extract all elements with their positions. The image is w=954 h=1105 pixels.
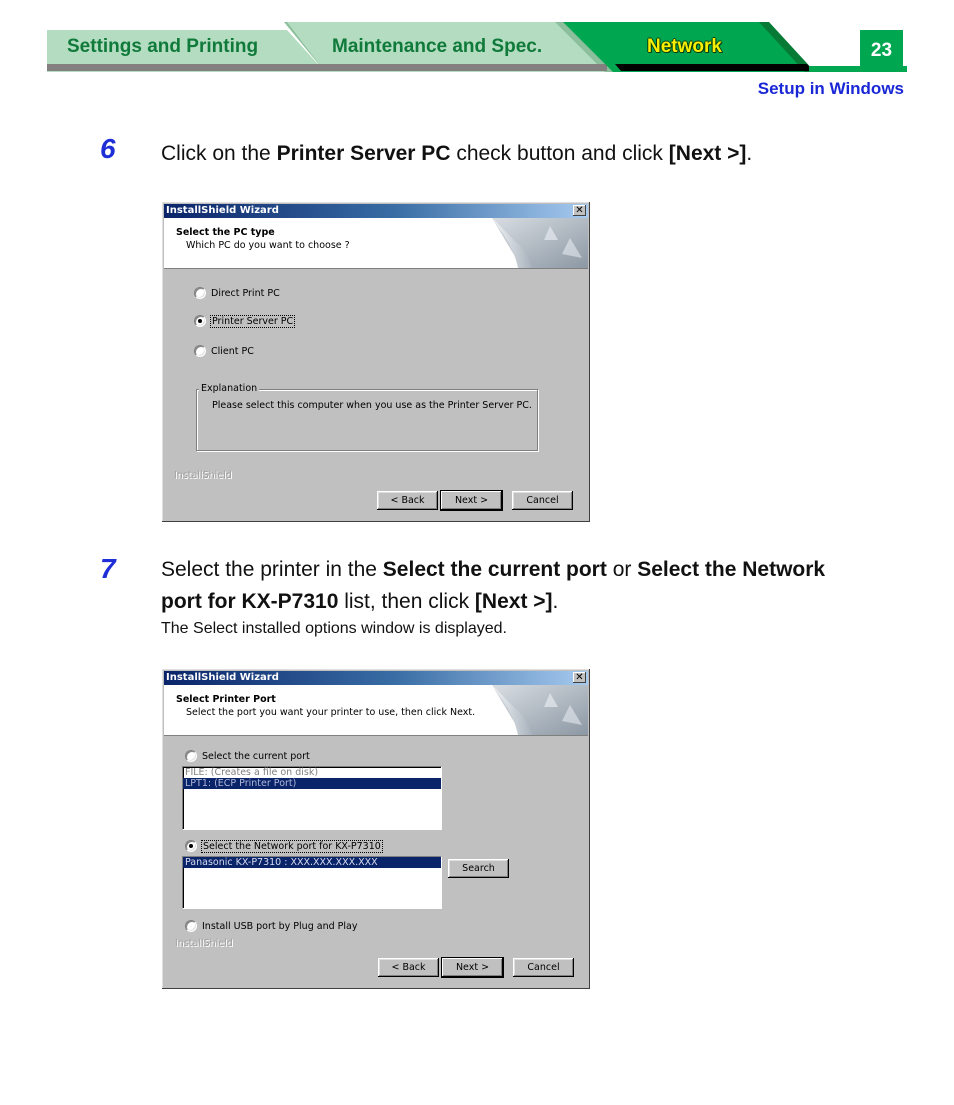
back-button[interactable]: < Back (378, 958, 439, 977)
explanation-groupbox: Explanation Please select this computer … (196, 383, 538, 451)
next-button-label: Next > (455, 962, 490, 973)
banner-title: Select the PC type (176, 227, 275, 238)
installshield-dialog-pc-type: InstallShield Wizard ✕ Select the PC typ… (162, 202, 590, 522)
radio-button[interactable] (185, 920, 197, 932)
radio-direct-print-pc[interactable]: Direct Print PC (194, 287, 280, 299)
cancel-button[interactable]: Cancel (512, 491, 573, 510)
text-run: or (606, 558, 638, 581)
step-instruction-line-2: port for KX-P7310 list, then click [Next… (161, 586, 558, 618)
text-run: list, then click (338, 590, 475, 613)
radio-label: Printer Server PC (209, 314, 296, 328)
radio-button[interactable] (194, 345, 206, 357)
back-button-label: < Back (391, 962, 426, 973)
banner-subtitle: Which PC do you want to choose ? (186, 240, 350, 251)
groupbox-label: Explanation (199, 383, 260, 394)
dialog-titlebar: InstallShield Wizard ✕ (164, 671, 588, 685)
text-run: Click on the (161, 142, 277, 165)
radio-label: Install USB port by Plug and Play (202, 920, 358, 932)
radio-button[interactable] (185, 750, 197, 762)
radio-select-current-port[interactable]: Select the current port (185, 750, 310, 762)
text-run-bold: Select the current port (382, 558, 607, 581)
radio-label: Select the Network port for KX-P7310 (201, 839, 383, 853)
list-item[interactable]: LPT1: (ECP Printer Port) (183, 778, 441, 789)
installshield-dialog-printer-port: InstallShield Wizard ✕ Select Printer Po… (162, 669, 590, 989)
step-instruction-line-1: Select the printer in the Select the cur… (161, 554, 825, 586)
banner-title: Select Printer Port (176, 694, 276, 705)
text-run: check button and click (450, 142, 669, 165)
explanation-text: Please select this computer when you use… (212, 400, 532, 411)
cancel-button-label: Cancel (527, 962, 560, 973)
installshield-brand: InstallShield (175, 938, 233, 949)
search-button-label: Search (462, 863, 495, 874)
radio-select-network-port[interactable]: Select the Network port for KX-P7310 (185, 839, 383, 853)
text-run-bold: [Next >] (668, 142, 747, 165)
cancel-button[interactable]: Cancel (513, 958, 574, 977)
dialog-banner: Select the PC type Which PC do you want … (164, 218, 588, 269)
page-curl-icon (492, 218, 588, 268)
back-button-label: < Back (390, 495, 425, 506)
next-button[interactable]: Next > (442, 958, 503, 977)
text-run-bold: Printer Server PC (276, 142, 451, 165)
page-curl-icon (492, 685, 588, 735)
current-port-list[interactable]: FILE: (Creates a file on disk) LPT1: (EC… (182, 766, 442, 830)
network-port-list[interactable]: Panasonic KX-P7310 : XXX.XXX.XXX.XXX (182, 856, 442, 909)
next-button[interactable]: Next > (441, 491, 502, 510)
radio-label: Direct Print PC (211, 287, 280, 299)
list-item[interactable]: FILE: (Creates a file on disk) (183, 767, 441, 778)
radio-install-usb-port[interactable]: Install USB port by Plug and Play (185, 920, 357, 932)
banner-subtitle: Select the port you want your printer to… (186, 707, 476, 718)
tab-network[interactable]: Network (647, 36, 722, 58)
radio-button[interactable] (194, 287, 206, 299)
dialog-banner: Select Printer Port Select the port you … (164, 685, 588, 736)
list-item[interactable]: Panasonic KX-P7310 : XXX.XXX.XXX.XXX (183, 857, 441, 868)
back-button[interactable]: < Back (377, 491, 438, 510)
next-button-label: Next > (454, 495, 489, 506)
radio-button[interactable] (185, 840, 197, 852)
dialog-titlebar: InstallShield Wizard ✕ (164, 204, 588, 218)
tab-maintenance-and-spec[interactable]: Maintenance and Spec. (332, 36, 542, 58)
radio-button[interactable] (194, 315, 206, 327)
installshield-brand: InstallShield (174, 470, 232, 481)
text-run: Select the printer in the (161, 558, 383, 581)
step-subtext: The Select installed options window is d… (161, 620, 507, 637)
section-link[interactable]: Setup in Windows (758, 79, 904, 99)
search-button[interactable]: Search (448, 859, 509, 878)
radio-client-pc[interactable]: Client PC (194, 345, 254, 357)
text-run: . (552, 590, 559, 613)
page-number: 23 (860, 30, 903, 70)
radio-printer-server-pc[interactable]: Printer Server PC (194, 314, 296, 328)
section-tabs: Settings and Printing Maintenance and Sp… (47, 20, 907, 72)
close-icon[interactable]: ✕ (573, 205, 586, 216)
text-run-bold: Select the Network (637, 558, 826, 581)
dialog-title: InstallShield Wizard (166, 205, 279, 216)
text-run-bold: port for KX-P7310 (161, 590, 339, 613)
close-icon[interactable]: ✕ (573, 672, 586, 683)
dialog-title: InstallShield Wizard (166, 672, 279, 683)
radio-label: Select the current port (202, 750, 310, 762)
radio-label: Client PC (211, 345, 254, 357)
text-run: . (746, 142, 753, 165)
cancel-button-label: Cancel (526, 495, 559, 506)
step-instruction: Click on the Printer Server PC check but… (161, 138, 752, 170)
step-number: 7 (100, 553, 116, 584)
step-number: 6 (100, 133, 116, 164)
text-run-bold: [Next >] (474, 590, 553, 613)
tab-settings-and-printing[interactable]: Settings and Printing (67, 36, 258, 58)
